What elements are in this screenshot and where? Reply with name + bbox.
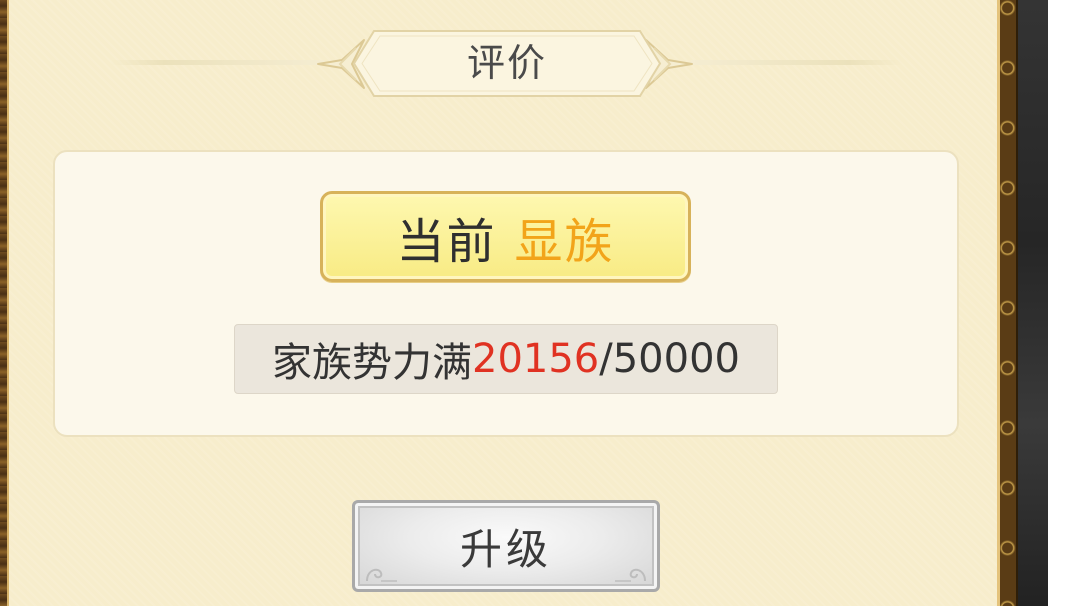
header-divider-left — [110, 60, 325, 65]
page-title: 评价 — [466, 41, 547, 85]
upgrade-button[interactable]: 升级 — [352, 500, 660, 592]
button-corner-ornament-right — [615, 568, 646, 582]
current-rank-value: 显族 — [514, 213, 615, 270]
background-edge — [1018, 0, 1048, 606]
family-power-max: 50000 — [612, 336, 740, 382]
current-rank-badge: 当前 显族 — [320, 191, 691, 282]
upgrade-button-label: 升级 — [459, 524, 552, 574]
family-power-label: 家族势力满 — [272, 340, 472, 386]
left-frame-border — [0, 0, 9, 606]
family-power-current: 20156 — [472, 336, 600, 382]
family-power-separator: / — [599, 336, 613, 382]
current-rank-label: 当前 — [396, 213, 497, 270]
header-divider-right — [690, 60, 902, 65]
right-frame-border — [997, 0, 1018, 606]
button-corner-ornament-left — [366, 568, 397, 582]
family-power-progress: 家族势力满 20156/50000 — [234, 324, 778, 394]
